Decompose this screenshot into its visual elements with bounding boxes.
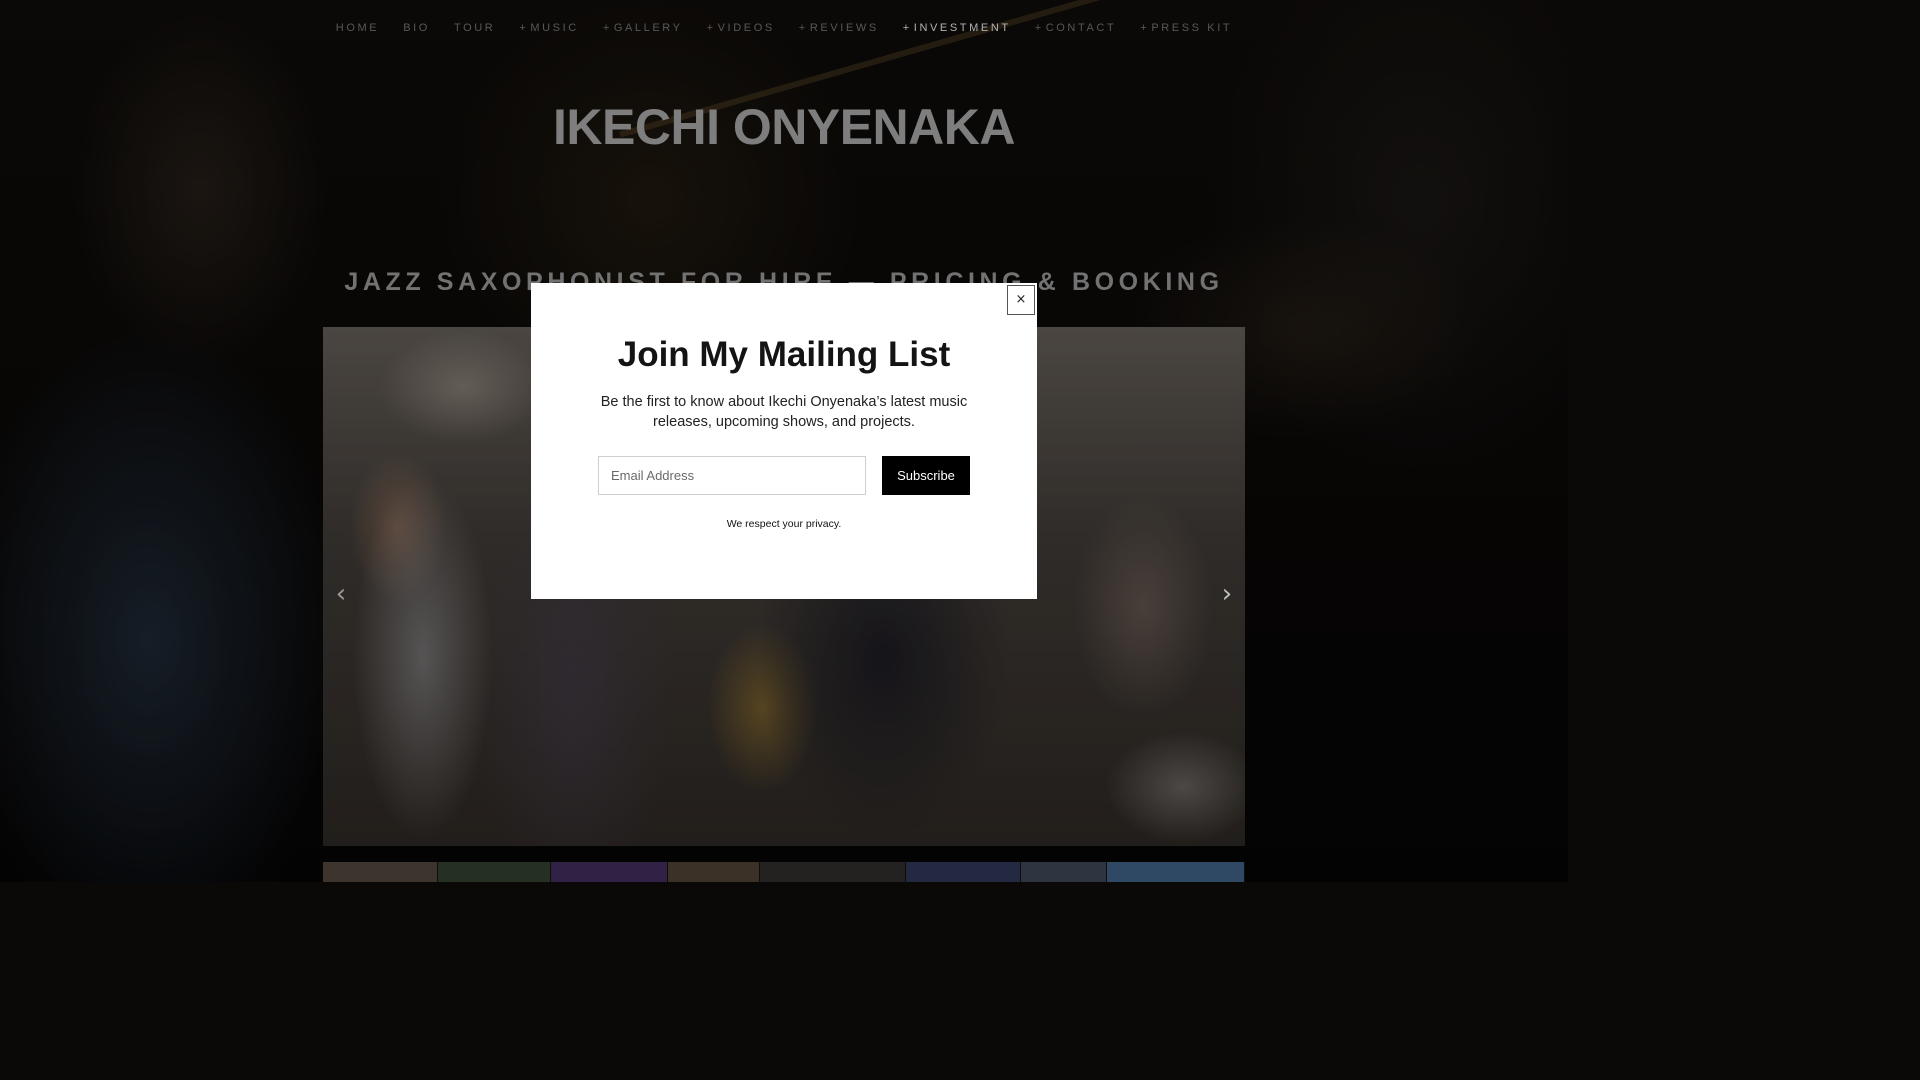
modal-title: Join My Mailing List xyxy=(617,335,951,374)
mailing-list-modal: × Join My Mailing List Be the first to k… xyxy=(531,283,1037,599)
subscribe-button[interactable]: Subscribe xyxy=(882,456,970,495)
email-field[interactable] xyxy=(598,456,866,495)
modal-description: Be the first to know about Ikechi Onyena… xyxy=(600,394,968,430)
privacy-notice: We respect your privacy. xyxy=(726,518,842,530)
close-icon[interactable]: × xyxy=(1007,285,1035,315)
